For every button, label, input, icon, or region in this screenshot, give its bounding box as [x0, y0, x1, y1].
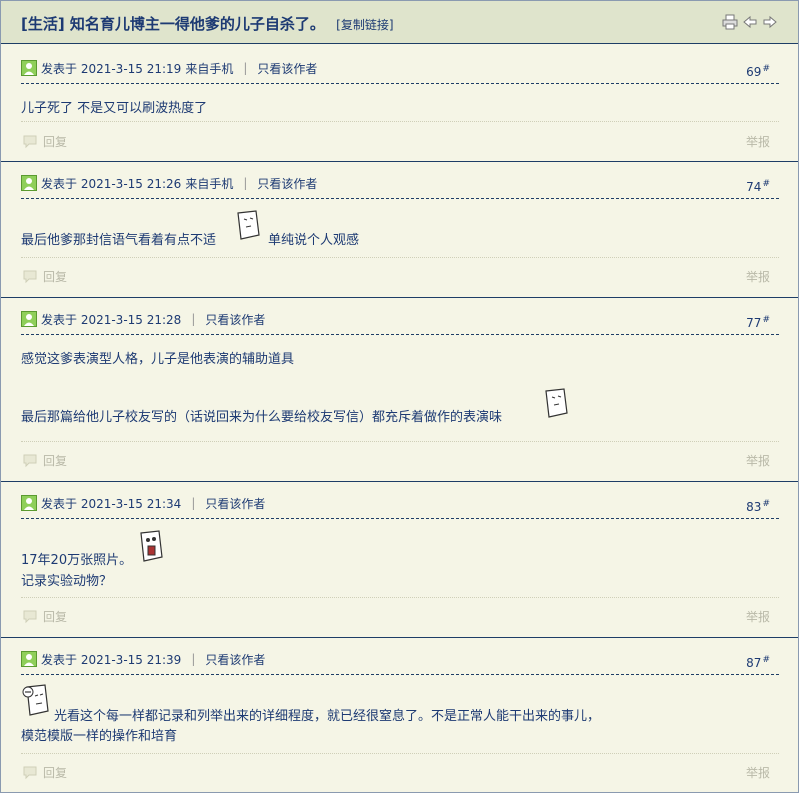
- post-text-line: 最后那篇给他儿子校友写的（话说回来为什么要给校友写信）都充斥着做作的表演味: [21, 410, 503, 425]
- surprised-emoticon-icon: [140, 530, 163, 562]
- post-time: 发表于 2021-3-15 21:34: [41, 496, 182, 511]
- meta-divider: |: [191, 652, 196, 666]
- user-icon: [21, 60, 37, 76]
- only-author-link[interactable]: 只看该作者: [257, 175, 317, 192]
- post-meta: 发表于 2021-3-15 21:26 来自手机 | 只看该作者: [21, 175, 317, 191]
- reply-icon: [23, 610, 37, 623]
- face-emoticon-icon: [237, 210, 260, 240]
- post-footer-divider: [21, 257, 779, 258]
- post-time: 发表于 2021-3-15 21:39: [41, 652, 182, 667]
- post-69: 发表于 2021-3-15 21:19 来自手机 | 只看该作者 69# 儿子死…: [1, 44, 798, 162]
- reply-icon: [23, 454, 37, 467]
- only-author-link[interactable]: 只看该作者: [205, 311, 265, 328]
- post-meta: 发表于 2021-3-15 21:34 | 只看该作者: [21, 495, 265, 511]
- user-icon: [21, 495, 37, 511]
- post-source: 来自手机: [185, 61, 234, 76]
- post-footer-divider: [21, 441, 779, 442]
- post-text-line: 单纯说个人观感: [268, 233, 360, 248]
- copy-link-button[interactable]: [复制链接]: [336, 18, 393, 32]
- reply-icon: [23, 270, 37, 283]
- thread-header: [生活] 知名育儿博主一得他爹的儿子自杀了。 [复制链接]: [1, 1, 798, 44]
- user-icon: [21, 311, 37, 327]
- post-text-line: 儿子死了 不是又可以刷波热度了: [21, 101, 208, 116]
- reply-button[interactable]: 回复: [23, 764, 67, 781]
- post-meta: 发表于 2021-3-15 21:19 来自手机 | 只看该作者: [21, 60, 317, 76]
- post-77: 发表于 2021-3-15 21:28 | 只看该作者 77# 感觉这爹表演型人…: [1, 298, 798, 482]
- face-emoticon-icon: [545, 388, 568, 418]
- post-text-line: 模范模版一样的操作和培育: [21, 729, 178, 744]
- reply-button[interactable]: 回复: [23, 608, 67, 625]
- post-87: 发表于 2021-3-15 21:39 | 只看该作者 87# 光看这个每一样都…: [1, 638, 798, 792]
- post-time: 发表于 2021-3-15 21:28: [41, 312, 182, 327]
- reply-button[interactable]: 回复: [23, 452, 67, 469]
- floor-number[interactable]: 77#: [746, 315, 770, 330]
- reply-icon: [23, 135, 37, 148]
- meta-divider: |: [191, 312, 196, 326]
- thread-title-row: [生活] 知名育儿博主一得他爹的儿子自杀了。 [复制链接]: [21, 13, 394, 34]
- only-author-link[interactable]: 只看该作者: [205, 651, 265, 668]
- report-button[interactable]: 举报: [746, 452, 770, 469]
- floor-number[interactable]: 69#: [746, 64, 770, 79]
- reply-button[interactable]: 回复: [23, 268, 67, 285]
- post-text-line: 感觉这爹表演型人格，儿子是他表演的辅助道具: [21, 352, 295, 367]
- post-text-line: 光看这个每一样都记录和列举出来的详细程度，就已经很窒息了。不是正常人能干出来的事…: [54, 709, 601, 724]
- post-text-line: 记录实验动物？: [21, 574, 113, 589]
- report-button[interactable]: 举报: [746, 608, 770, 625]
- reply-icon: [23, 766, 37, 779]
- floor-number[interactable]: 83#: [746, 499, 770, 514]
- post-divider: [21, 198, 779, 199]
- meta-divider: |: [191, 496, 196, 510]
- only-author-link[interactable]: 只看该作者: [257, 60, 317, 77]
- user-icon: [21, 651, 37, 667]
- print-icon[interactable]: [722, 14, 738, 30]
- report-button[interactable]: 举报: [746, 133, 770, 150]
- meta-divider: |: [243, 61, 248, 75]
- post-time: 发表于 2021-3-15 21:26: [41, 176, 182, 191]
- thread-frame: [生活] 知名育儿博主一得他爹的儿子自杀了。 [复制链接] 发表于 2021-3…: [0, 0, 799, 793]
- post-text-line: 最后他爹那封信语气看着有点不适: [21, 233, 217, 248]
- post-source: 来自手机: [185, 176, 234, 191]
- post-footer-divider: [21, 753, 779, 754]
- only-author-link[interactable]: 只看该作者: [205, 495, 265, 512]
- post-text-line: 17年20万张照片。: [21, 553, 133, 568]
- post-divider: [21, 674, 779, 675]
- report-button[interactable]: 举报: [746, 764, 770, 781]
- post-footer-divider: [21, 121, 779, 122]
- meta-divider: |: [243, 176, 248, 190]
- post-footer-divider: [21, 597, 779, 598]
- floor-number[interactable]: 87#: [746, 655, 770, 670]
- post-meta: 发表于 2021-3-15 21:39 | 只看该作者: [21, 651, 265, 667]
- post-divider: [21, 83, 779, 84]
- post-meta: 发表于 2021-3-15 21:28 | 只看该作者: [21, 311, 265, 327]
- post-divider: [21, 518, 779, 519]
- report-button[interactable]: 举报: [746, 268, 770, 285]
- speechless-emoticon-icon: [22, 684, 49, 716]
- arrow-right-icon[interactable]: [762, 14, 778, 30]
- reply-button[interactable]: 回复: [23, 133, 67, 150]
- post-divider: [21, 334, 779, 335]
- post-74: 发表于 2021-3-15 21:26 来自手机 | 只看该作者 74# 最后他…: [1, 162, 798, 298]
- thread-tools: [722, 14, 778, 30]
- user-icon: [21, 175, 37, 191]
- post-time: 发表于 2021-3-15 21:19: [41, 61, 182, 76]
- floor-number[interactable]: 74#: [746, 179, 770, 194]
- arrow-left-icon[interactable]: [742, 14, 758, 30]
- thread-title: [生活] 知名育儿博主一得他爹的儿子自杀了。: [21, 15, 325, 33]
- post-83: 发表于 2021-3-15 21:34 | 只看该作者 83# 17年20万张照…: [1, 482, 798, 638]
